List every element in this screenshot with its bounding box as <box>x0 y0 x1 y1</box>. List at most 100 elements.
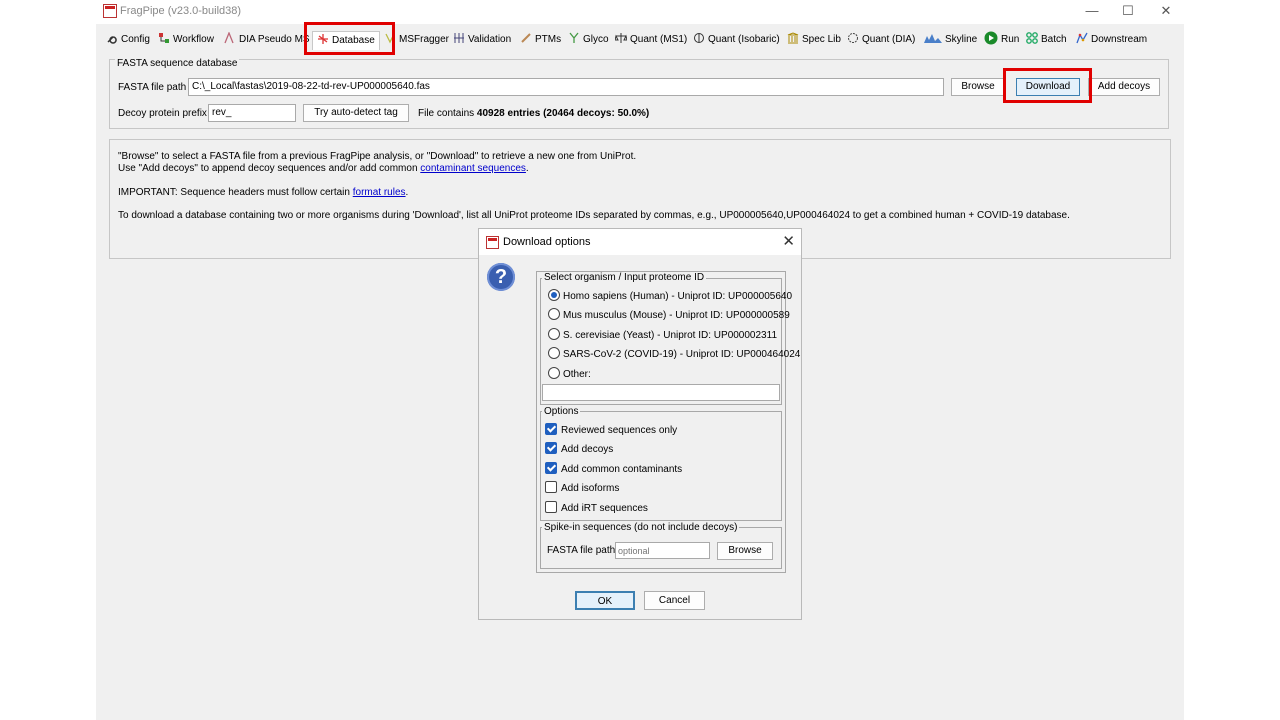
info-line-important: IMPORTANT: Sequence headers must follow … <box>118 187 408 198</box>
pencil-icon <box>521 33 531 43</box>
download-button-highlight <box>1003 68 1092 103</box>
scale-icon <box>615 33 627 43</box>
tab-spec-lib[interactable]: Spec Lib <box>787 31 841 49</box>
maximize-button[interactable]: ☐ <box>1114 2 1142 20</box>
checkbox[interactable] <box>545 481 557 493</box>
option-add-decoys[interactable]: Add decoys <box>545 442 613 455</box>
organism-option-human[interactable]: Homo sapiens (Human) - Uniprot ID: UP000… <box>548 289 792 302</box>
fasta-path-label: FASTA file path <box>118 82 187 93</box>
checkbox[interactable] <box>545 423 557 435</box>
fasta-path-input[interactable]: C:\_Local\fastas\2019-08-22-td-rev-UP000… <box>188 78 944 96</box>
tab-label: Batch <box>1041 34 1067 45</box>
organism-group-title: Select organism / Input proteome ID <box>542 272 707 283</box>
library-icon <box>787 32 799 44</box>
tab-downstream[interactable]: Downstream <box>1076 31 1147 49</box>
spikein-path-input[interactable] <box>615 542 710 559</box>
info-line-decoys: Use "Add decoys" to append decoy sequenc… <box>118 163 529 174</box>
tab-label: Skyline <box>945 34 978 45</box>
contaminant-sequences-link[interactable]: contaminant sequences <box>420 163 526 174</box>
tab-validation[interactable]: Validation <box>453 31 511 49</box>
checkbox[interactable] <box>545 501 557 513</box>
tab-label: Downstream <box>1091 34 1148 45</box>
decoy-prefix-input[interactable]: rev_ <box>208 104 296 122</box>
organism-option-mouse[interactable]: Mus musculus (Mouse) - Uniprot ID: UP000… <box>548 308 790 321</box>
tab-config[interactable]: Config <box>106 31 150 49</box>
workflow-icon <box>159 33 169 43</box>
tab-workflow[interactable]: Workflow <box>158 31 214 49</box>
radio-button[interactable] <box>548 289 560 301</box>
tab-quant-isobaric[interactable]: Quant (Isobaric) <box>693 31 780 49</box>
tab-quant-dia[interactable]: Quant (DIA) <box>847 31 915 49</box>
spikein-browse-button[interactable]: Browse <box>717 542 773 560</box>
close-button[interactable]: ✕ <box>1152 2 1180 20</box>
tab-glyco[interactable]: Glyco <box>568 31 609 49</box>
glyco-icon <box>569 32 579 43</box>
tab-skyline[interactable]: Skyline <box>924 31 977 49</box>
dialog-title: Download options <box>503 236 591 248</box>
tab-quant-ms1[interactable]: Quant (MS1) <box>615 31 687 49</box>
organism-label: Homo sapiens (Human) - Uniprot ID: UP000… <box>563 291 792 302</box>
tab-label: Glyco <box>583 34 609 45</box>
format-rules-link[interactable]: format rules <box>353 187 406 198</box>
checkbox[interactable] <box>545 442 557 454</box>
checkbox[interactable] <box>545 462 557 474</box>
download-options-dialog: Download options ✕ ? Select organism / I… <box>478 228 802 620</box>
radio-button[interactable] <box>548 328 560 340</box>
options-group-title: Options <box>542 406 581 417</box>
play-icon <box>984 31 998 45</box>
add-decoys-button[interactable]: Add decoys <box>1088 78 1160 96</box>
info-text: Use "Add decoys" to append decoy sequenc… <box>118 163 421 174</box>
tab-label: Spec Lib <box>802 34 841 45</box>
downstream-icon <box>1076 32 1088 44</box>
radio-button[interactable] <box>548 347 560 359</box>
question-icon: ? <box>487 263 515 291</box>
other-proteome-input[interactable] <box>542 384 780 401</box>
fragpipe-logo-icon <box>103 4 117 18</box>
wrench-icon <box>107 36 117 44</box>
skyline-icon <box>924 34 942 43</box>
spikein-group-title: Spike-in sequences (do not include decoy… <box>542 522 740 533</box>
dialog-close-icon[interactable]: ✕ <box>782 232 795 250</box>
entries-count: 40928 entries (20464 decoys: 50.0%) <box>476 108 650 119</box>
minimize-button[interactable]: — <box>1078 2 1106 20</box>
ok-button[interactable]: OK <box>575 591 635 610</box>
option-add-irt[interactable]: Add iRT sequences <box>545 501 648 514</box>
window-title: FragPipe (v23.0-build38) <box>120 5 242 17</box>
tab-label: Quant (Isobaric) <box>708 34 780 45</box>
peak-icon <box>224 32 234 44</box>
tab-label: Quant (MS1) <box>630 34 688 45</box>
fasta-section-title: FASTA sequence database <box>115 58 240 69</box>
fragpipe-logo-icon <box>486 236 499 249</box>
organism-option-yeast[interactable]: S. cerevisiae (Yeast) - Uniprot ID: UP00… <box>548 328 777 341</box>
tab-dia-pseudo-ms[interactable]: DIA Pseudo MS <box>224 31 310 49</box>
tab-batch[interactable]: Batch <box>1026 31 1067 49</box>
cancel-button[interactable]: Cancel <box>644 591 705 610</box>
organism-option-sars-cov-2[interactable]: SARS-CoV-2 (COVID-19) - Uniprot ID: UP00… <box>548 347 800 360</box>
organism-option-other[interactable]: Other: <box>548 367 591 380</box>
browse-button[interactable]: Browse <box>951 78 1005 96</box>
info-line-browse: "Browse" to select a FASTA file from a p… <box>118 151 637 162</box>
tab-run[interactable]: Run <box>984 31 1019 49</box>
info-text: . <box>405 187 409 198</box>
option-label: Add common contaminants <box>561 464 683 475</box>
option-reviewed-only[interactable]: Reviewed sequences only <box>545 423 677 436</box>
option-label: Reviewed sequences only <box>561 425 678 436</box>
option-add-isoforms[interactable]: Add isoforms <box>545 481 619 494</box>
tab-label: Quant (DIA) <box>862 34 916 45</box>
option-add-contaminants[interactable]: Add common contaminants <box>545 462 682 475</box>
database-tab-highlight <box>304 22 395 55</box>
option-label: Add iRT sequences <box>561 503 648 514</box>
organism-label: Mus musculus (Mouse) - Uniprot ID: UP000… <box>563 310 790 321</box>
tab-ptms[interactable]: PTMs <box>520 31 561 49</box>
info-text: . <box>525 163 529 174</box>
organism-label: SARS-CoV-2 (COVID-19) - Uniprot ID: UP00… <box>563 349 801 360</box>
autodetect-tag-button[interactable]: Try auto-detect tag <box>303 104 409 122</box>
radio-button[interactable] <box>548 367 560 379</box>
radio-button[interactable] <box>548 308 560 320</box>
validation-icon <box>454 33 464 43</box>
file-contains-prefix: File contains <box>418 108 477 119</box>
tab-label: DIA Pseudo MS <box>239 34 310 45</box>
dialog-title-bar: Download options ✕ <box>479 229 801 255</box>
tab-bar: Config Workflow DIA Pseudo MS Database M… <box>96 28 1184 50</box>
tab-label: Run <box>1001 34 1020 45</box>
